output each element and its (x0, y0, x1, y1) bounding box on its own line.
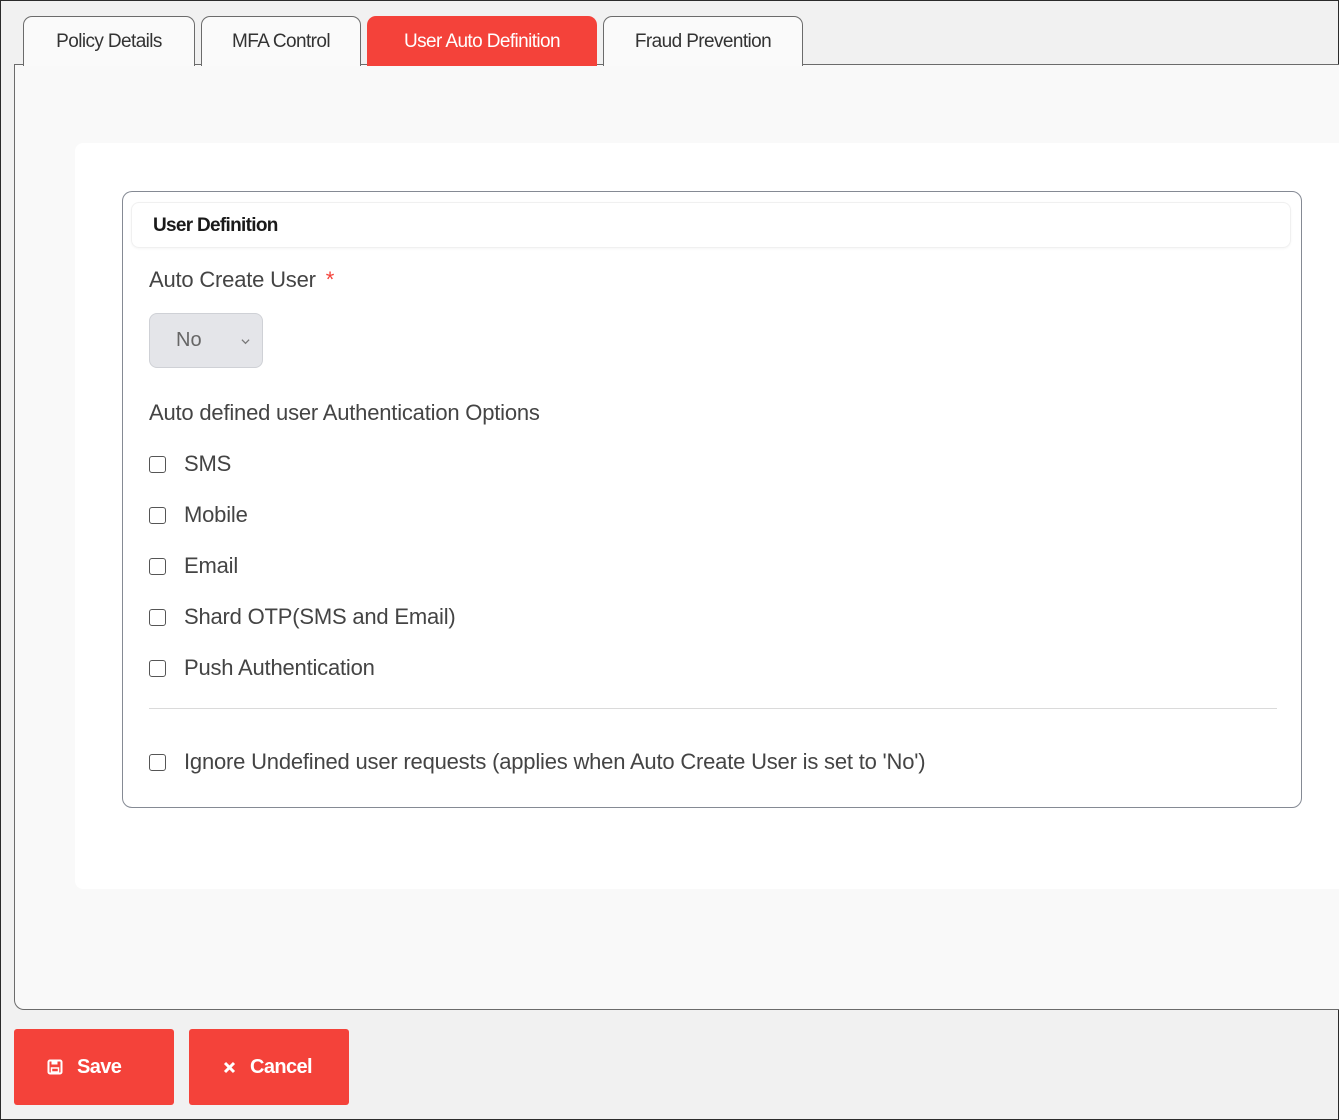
email-label: Email (184, 553, 239, 578)
option-sms[interactable]: SMS (149, 451, 231, 477)
divider (149, 708, 1277, 709)
tab-fraud-prevention[interactable]: Fraud Prevention (603, 16, 803, 66)
tab-policy-details[interactable]: Policy Details (23, 16, 195, 66)
section-title: User Definition (131, 202, 1291, 248)
close-x-icon (223, 1061, 236, 1074)
ignore-undefined-checkbox[interactable] (149, 753, 166, 771)
user-definition-fieldset: User Definition Auto Create User * No Aut… (122, 191, 1302, 808)
push-authentication-checkbox[interactable] (149, 659, 166, 677)
push-authentication-label: Push Authentication (184, 655, 375, 680)
mobile-checkbox[interactable] (149, 506, 166, 524)
floppy-disk-icon (47, 1059, 63, 1075)
tab-user-auto-definition[interactable]: User Auto Definition (367, 16, 597, 66)
save-label: Save (77, 1055, 122, 1078)
auto-create-user-label: Auto Create User * (149, 267, 334, 293)
auth-options-label: Auto defined user Authentication Options (149, 400, 540, 425)
option-ignore-undefined[interactable]: Ignore Undefined user requests (applies … (149, 749, 926, 775)
auto-create-user-label-text: Auto Create User (149, 267, 316, 292)
email-checkbox[interactable] (149, 557, 166, 575)
chevron-down-icon (241, 339, 250, 345)
sms-label: SMS (184, 451, 232, 476)
option-email[interactable]: Email (149, 553, 238, 579)
ignore-undefined-label: Ignore Undefined user requests (applies … (184, 749, 926, 774)
tab-bar: Policy Details MFA Control User Auto Def… (23, 16, 803, 66)
cancel-label: Cancel (250, 1055, 313, 1078)
option-mobile[interactable]: Mobile (149, 502, 248, 528)
shard-otp-checkbox[interactable] (149, 608, 166, 626)
auto-create-user-select[interactable]: No (149, 313, 263, 368)
option-push-authentication[interactable]: Push Authentication (149, 655, 375, 681)
option-shard-otp[interactable]: Shard OTP(SMS and Email) (149, 604, 456, 630)
tab-mfa-control[interactable]: MFA Control (201, 16, 361, 66)
mobile-label: Mobile (184, 502, 248, 527)
select-value: No (176, 329, 202, 351)
sms-checkbox[interactable] (149, 455, 166, 473)
save-button[interactable]: Save (14, 1029, 174, 1105)
cancel-button[interactable]: Cancel (189, 1029, 349, 1105)
required-marker: * (325, 267, 335, 292)
shard-otp-label: Shard OTP(SMS and Email) (184, 604, 456, 629)
